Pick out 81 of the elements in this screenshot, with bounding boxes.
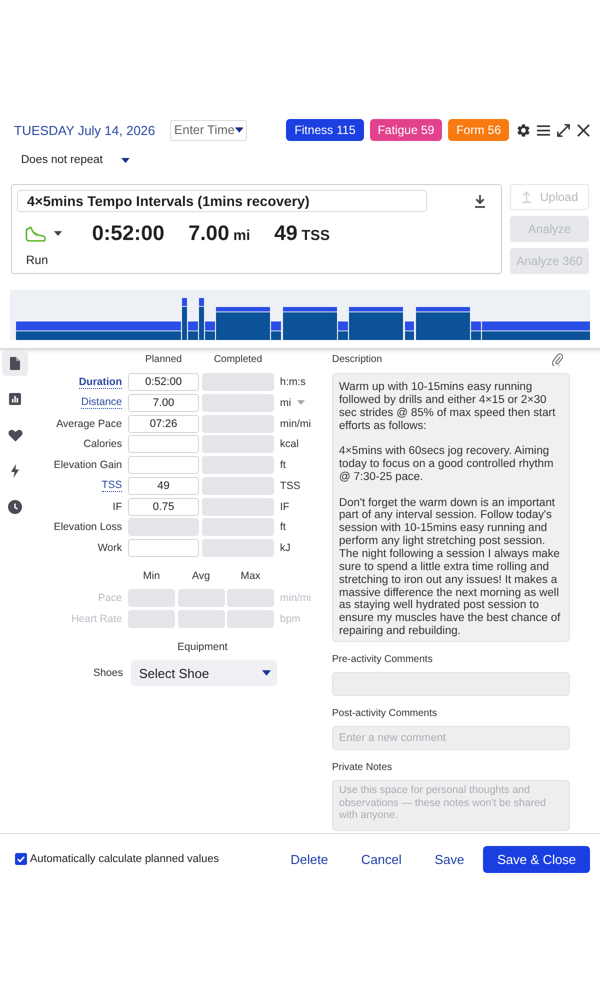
planned-input[interactable]: 0.75 xyxy=(128,498,199,516)
post-activity-comments-label: Post-activity Comments xyxy=(332,708,438,718)
side-tab[interactable] xyxy=(2,350,28,376)
field-label: Average Pace xyxy=(56,418,122,430)
field-label: Elevation Loss xyxy=(54,521,122,534)
pre-activity-comments-field[interactable] xyxy=(332,672,570,696)
unit-label: min/mi xyxy=(280,592,311,604)
field-label: Elevation Gain xyxy=(54,459,122,471)
text-button[interactable]: Delete xyxy=(282,848,336,870)
caret-icon xyxy=(54,231,62,236)
field-label: Pace xyxy=(98,592,122,604)
pre-activity-comments-label: Pre-activity Comments xyxy=(332,654,433,664)
field-label: Work xyxy=(98,542,122,554)
tss-unit: TSS xyxy=(302,228,330,244)
unit-label: mi xyxy=(280,396,292,409)
description-label: Description xyxy=(332,354,382,364)
unit-label: kJ xyxy=(280,542,290,554)
column-header: Avg xyxy=(191,570,211,582)
unit-label: TSS xyxy=(280,480,300,492)
tss-value: 49 xyxy=(274,222,298,246)
lightning-bolt-icon xyxy=(11,464,19,478)
field-label: IF xyxy=(112,500,122,512)
shoe-icon[interactable] xyxy=(25,226,46,242)
field-label: Shoes xyxy=(93,667,123,679)
planned-input[interactable]: 0:52:00 xyxy=(128,373,199,391)
clock-icon xyxy=(8,500,22,514)
date-title: TUESDAY July 14, 2026 xyxy=(14,122,156,138)
caret-icon xyxy=(120,158,130,162)
field-label: Calories xyxy=(83,438,122,450)
download-icon[interactable] xyxy=(474,194,486,208)
field-label-link[interactable]: TSS xyxy=(102,479,122,492)
planned-input[interactable]: 07:26 xyxy=(128,414,199,432)
private-notes-label: Private Notes xyxy=(332,762,392,772)
equipment-heading: Equipment xyxy=(176,641,229,653)
field-label-link[interactable]: Distance xyxy=(81,396,122,410)
bar-chart-icon xyxy=(9,393,21,405)
unit-label: ft xyxy=(280,459,286,471)
text-button[interactable]: Cancel xyxy=(353,848,410,870)
checkbox[interactable] xyxy=(15,853,27,865)
field-label-link[interactable]: Duration xyxy=(78,376,122,388)
expand-icon[interactable] xyxy=(557,124,570,136)
heart-icon xyxy=(8,428,22,442)
column-header: Min xyxy=(142,570,161,582)
unit-label: kcal xyxy=(280,438,299,450)
score-badge[interactable]: Fitness 115 xyxy=(286,119,364,141)
save-close-button[interactable]: Save & Close xyxy=(483,846,590,872)
shoe-select[interactable]: Select Shoe xyxy=(131,660,277,686)
unit-label: min/mi xyxy=(280,418,311,430)
unit-label: bpm xyxy=(280,613,300,625)
column-header: Max xyxy=(240,570,262,582)
upload-icon xyxy=(520,191,532,203)
unit-label: h:m:s xyxy=(280,376,306,388)
unit-label: ft xyxy=(280,521,286,534)
field-label: Heart Rate xyxy=(71,613,122,625)
distance-value: 7.00 xyxy=(188,222,230,246)
planned-input[interactable]: 49 xyxy=(128,476,199,495)
planned-input[interactable] xyxy=(128,435,199,454)
column-header: Completed xyxy=(212,354,264,364)
planned-input[interactable] xyxy=(128,456,199,474)
text-button[interactable]: Save xyxy=(426,848,472,870)
description-field[interactable]: Warm up with 10-15mins easy running followed by drills and either 4×15 or 2×30 sec strides @ 85% of max speed then start efforts as follows: 4×5mins with 60secs jog recovery. Aiming today to focus on a good controlled rhythm @ 7:30-25 pace. Don't forget the warm down is an important part of any interval session. Follow today's session with 10-15mins easy running and perform any light stretching post session. The night following a session I always make sure to spend a little extra time rolling and stretching to iron out any issues! It makes a massive difference the next morning as well as staying well hydrated post session to ensure my muscles have the best chance of repairing and rebuilding. xyxy=(332,373,570,642)
column-header: Planned xyxy=(144,354,183,364)
caret-icon xyxy=(262,670,271,676)
settings-icon[interactable] xyxy=(517,124,530,136)
time-field[interactable]: Enter Time xyxy=(170,120,248,140)
checkbox-label: Automatically calculate planned values xyxy=(30,853,219,865)
close-icon[interactable] xyxy=(577,124,590,136)
menu-icon[interactable] xyxy=(537,124,550,136)
sport-label: Run xyxy=(26,253,48,267)
planned-input[interactable]: 7.00 xyxy=(128,394,199,412)
repeat-dropdown[interactable]: Does not repeat xyxy=(21,150,130,170)
score-badge[interactable]: Fatigue 59 xyxy=(370,119,442,141)
unit-label: IF xyxy=(280,500,290,512)
workout-title-field[interactable]: 4×5mins Tempo Intervals (1mins recovery) xyxy=(17,190,427,212)
planned-input[interactable] xyxy=(128,539,199,557)
caret-icon xyxy=(234,127,244,133)
duration-value: 0:52:00 xyxy=(92,222,164,246)
distance-unit: mi xyxy=(233,228,250,244)
paperclip-icon[interactable] xyxy=(552,352,563,366)
document-icon xyxy=(10,356,20,370)
workout-step-bar xyxy=(405,322,414,340)
